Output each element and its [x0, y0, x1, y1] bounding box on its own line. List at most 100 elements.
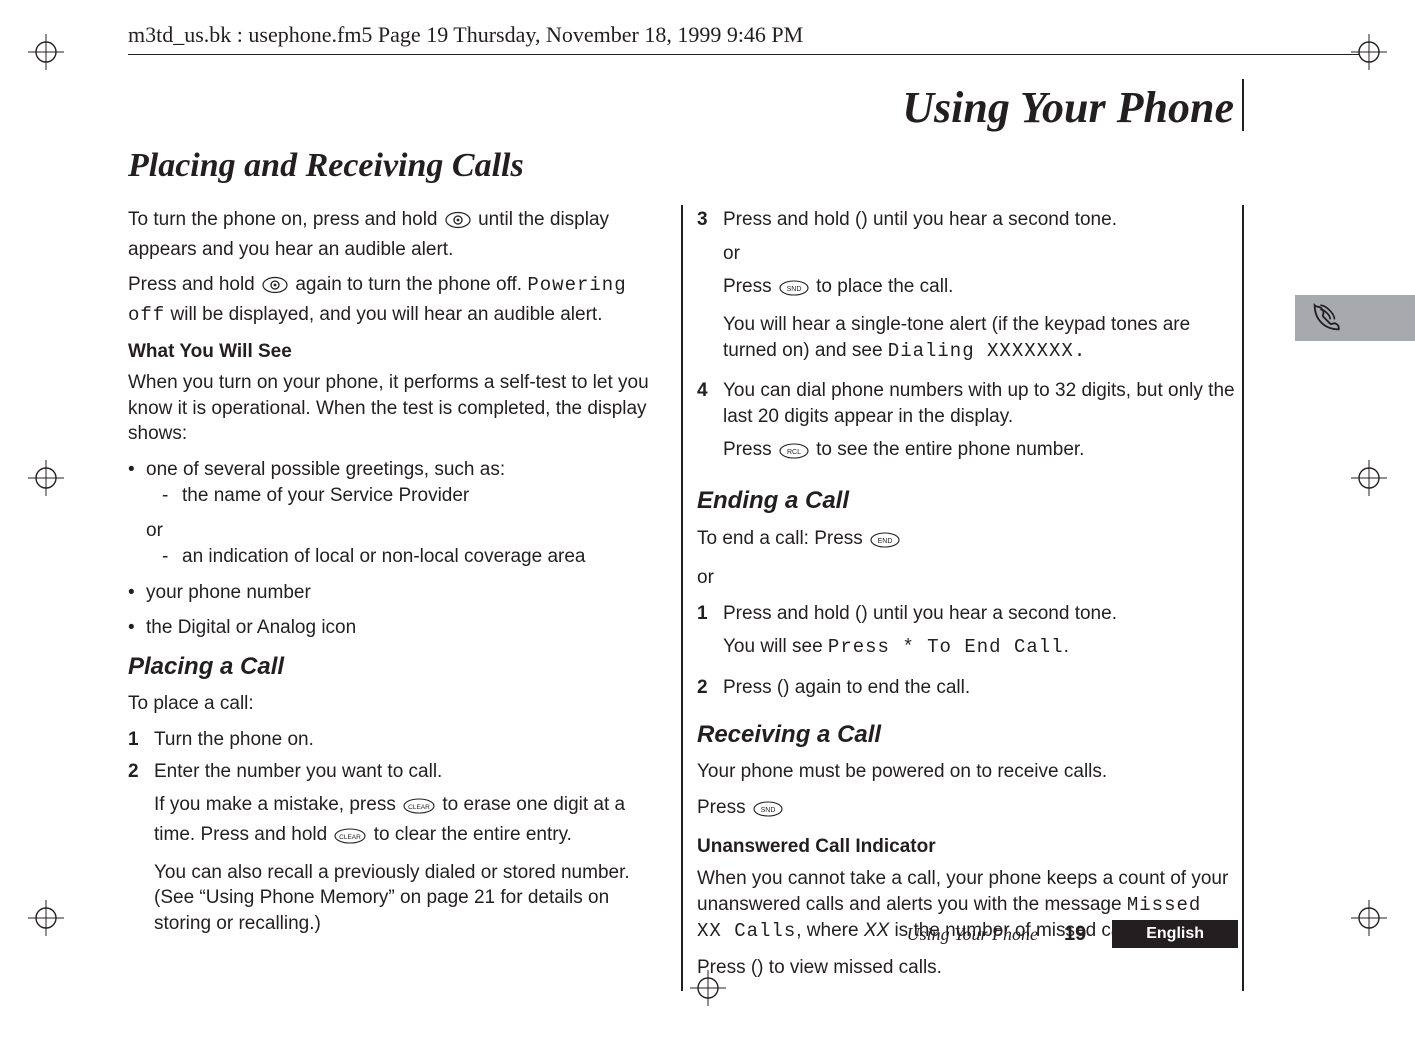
- step-body: Enter the number you want to call. If yo…: [154, 759, 669, 945]
- document-header-text: m3td_us.bk : usephone.fm5 Page 19 Thursd…: [128, 22, 1360, 48]
- paragraph: Press SND to place the call.: [723, 274, 1238, 304]
- step-body: You can dial phone numbers with up to 32…: [723, 378, 1238, 475]
- language-badge: English: [1112, 920, 1238, 948]
- smart-key-symbol: (): [777, 677, 790, 698]
- text: If you make a mistake, press: [154, 794, 401, 815]
- text-or: or: [697, 565, 1238, 591]
- list-item: your phone number: [146, 580, 669, 606]
- right-column: 3 Press and hold () until you hear a sec…: [697, 207, 1238, 991]
- paragraph: You can dial phone numbers with up to 32…: [723, 378, 1238, 429]
- heading-receiving-a-call: Receiving a Call: [697, 719, 1238, 751]
- text: Press and hold: [128, 274, 260, 295]
- power-key-icon: [445, 211, 471, 237]
- paragraph: To end a call: Press END: [697, 526, 1238, 556]
- step-body: Press () again to end the call.: [723, 675, 1238, 709]
- page-footer: Using Your Phone 19 English: [128, 920, 1238, 948]
- step-number: 2: [697, 675, 713, 709]
- paragraph: Press SND: [697, 795, 1238, 825]
- text: Press: [697, 957, 751, 978]
- text: to clear the entire entry.: [374, 824, 572, 845]
- chapter-title: Using Your Phone: [128, 82, 1238, 133]
- step-2: 2 Enter the number you want to call. If …: [128, 759, 669, 945]
- section-title: Placing and Receiving Calls: [128, 147, 1238, 185]
- text: again to end the call.: [790, 677, 971, 698]
- registration-mark-icon: [28, 34, 64, 70]
- paragraph: To place a call:: [128, 691, 669, 717]
- text: to view missed calls.: [764, 957, 942, 978]
- step-number: 2: [128, 759, 144, 945]
- text: to see the entire phone number.: [816, 439, 1084, 460]
- paragraph: To turn the phone on, press and hold unt…: [128, 207, 669, 262]
- registration-mark-icon: [1351, 460, 1387, 496]
- text: Enter the number you want to call.: [154, 759, 669, 785]
- page-number: 19: [1064, 923, 1086, 946]
- step-number: 1: [128, 727, 144, 753]
- end-step-1: 1 Press and hold () until you hear a sec…: [697, 601, 1238, 669]
- text: .: [1064, 636, 1069, 657]
- step-body: Turn the phone on.: [154, 727, 669, 753]
- svg-text:CLEAR: CLEAR: [408, 804, 430, 811]
- snd-key-icon: SND: [779, 278, 809, 304]
- end-key-icon: END: [870, 530, 900, 556]
- smart-key-symbol: (): [855, 603, 868, 624]
- registration-mark-icon: [28, 460, 64, 496]
- list-item: the Digital or Analog icon: [146, 615, 669, 641]
- paragraph: Press and hold again to turn the phone o…: [128, 272, 669, 328]
- registration-mark-icon: [1351, 900, 1387, 936]
- svg-text:END: END: [878, 538, 893, 545]
- text: To end a call: Press: [697, 528, 868, 549]
- page-body: Using Your Phone Placing and Receiving C…: [128, 82, 1238, 991]
- text: You will see: [723, 636, 828, 657]
- text: Press: [723, 276, 777, 297]
- step-number: 4: [697, 378, 713, 475]
- text: Press: [723, 439, 777, 460]
- text: until you hear a second tone.: [868, 603, 1117, 624]
- paragraph: Press and hold () until you hear a secon…: [723, 601, 1238, 627]
- heading-placing-a-call: Placing a Call: [128, 651, 669, 683]
- section-edge-tab: [1295, 295, 1415, 341]
- registration-mark-icon: [28, 900, 64, 936]
- paragraph: Press RCL to see the entire phone number…: [723, 437, 1238, 467]
- list-item: the name of your Service Provider: [182, 483, 669, 509]
- step-body: Press and hold () until you hear a secon…: [723, 207, 1238, 372]
- svg-text:SND: SND: [786, 286, 801, 293]
- svg-text:SND: SND: [760, 807, 775, 814]
- end-step-2: 2 Press () again to end the call.: [697, 675, 1238, 709]
- step-3: 3 Press and hold () until you hear a sec…: [697, 207, 1238, 372]
- step-number: 3: [697, 207, 713, 372]
- snd-key-icon: SND: [753, 799, 783, 825]
- svg-text:RCL: RCL: [787, 449, 801, 456]
- text: Press: [723, 677, 777, 698]
- document-header: m3td_us.bk : usephone.fm5 Page 19 Thursd…: [128, 22, 1360, 55]
- column-rule: [1242, 205, 1244, 991]
- step-4: 4 You can dial phone numbers with up to …: [697, 378, 1238, 475]
- paragraph: You will see Press * To End Call.: [723, 634, 1238, 661]
- lcd-text: Press * To End Call: [828, 636, 1064, 658]
- heading-what-you-will-see: What You Will See: [128, 339, 669, 365]
- chapter-rule: [1242, 79, 1244, 131]
- heading-unanswered-call-indicator: Unanswered Call Indicator: [697, 834, 1238, 860]
- smart-key-symbol: (): [751, 957, 764, 978]
- clear-key-icon: CLEAR: [403, 796, 435, 822]
- paragraph: If you make a mistake, press CLEAR to er…: [154, 792, 669, 851]
- smart-key-symbol: (): [855, 209, 868, 230]
- step-1: 1 Turn the phone on.: [128, 727, 669, 753]
- step-body: Press and hold () until you hear a secon…: [723, 601, 1238, 669]
- text: Press: [697, 797, 751, 818]
- text: one of several possible greetings, such …: [146, 459, 505, 480]
- phone-icon: [1309, 301, 1343, 335]
- step-number: 1: [697, 601, 713, 669]
- paragraph: When you turn on your phone, it performs…: [128, 370, 669, 447]
- text: until you hear a second tone.: [868, 209, 1117, 230]
- text-or: or: [146, 518, 669, 544]
- paragraph: Press and hold () until you hear a secon…: [723, 207, 1238, 233]
- list-item: an indication of local or non-local cove…: [182, 544, 669, 570]
- paragraph: Press () again to end the call.: [723, 675, 1238, 701]
- text: will be displayed, and you will hear an …: [171, 304, 603, 325]
- left-column: To turn the phone on, press and hold unt…: [128, 207, 669, 991]
- paragraph: Press () to view missed calls.: [697, 955, 1238, 981]
- text: Press and hold: [723, 209, 855, 230]
- svg-text:CLEAR: CLEAR: [340, 834, 362, 841]
- column-rule: [681, 205, 683, 991]
- lcd-text: Dialing XXXXXXX.: [888, 340, 1086, 362]
